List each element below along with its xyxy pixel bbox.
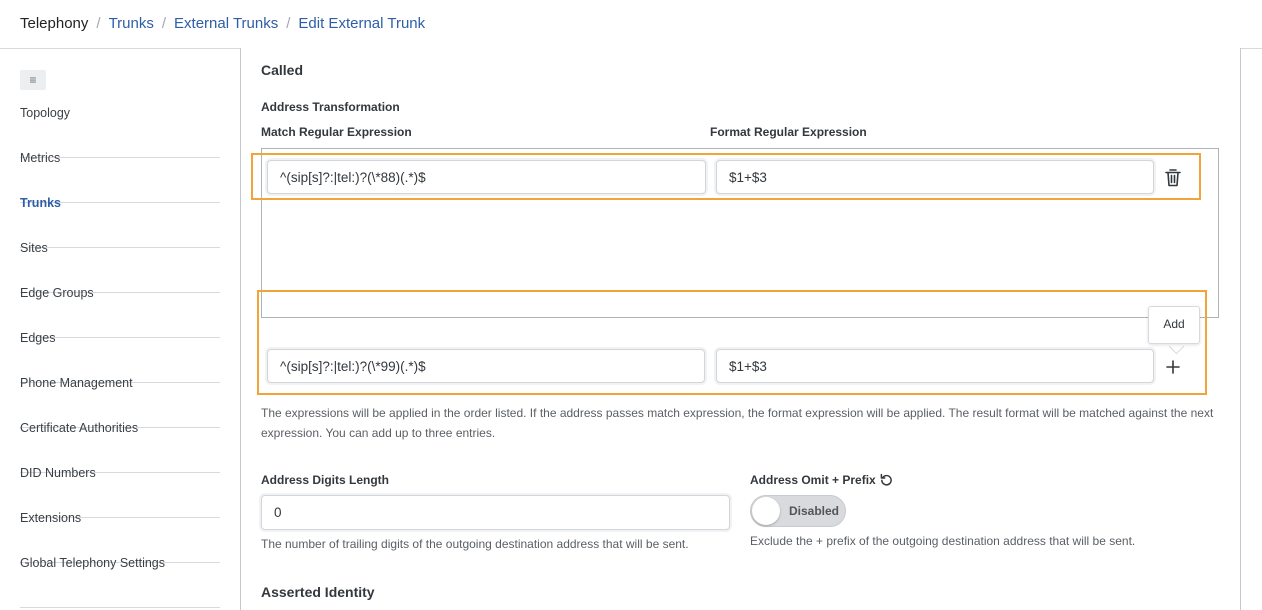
breadcrumb-separator: / (286, 15, 291, 32)
breadcrumb-external-trunks[interactable]: External Trunks (174, 15, 278, 32)
sidebar-item-label: Metrics (20, 151, 61, 165)
sidebar-item-label: Certificate Authorities (20, 421, 139, 435)
asserted-identity-title: Asserted Identity (261, 584, 375, 600)
digits-length-input[interactable]: 0 (261, 495, 730, 530)
sidebar-item-label: DID Numbers (20, 466, 96, 480)
toggle-state-label: Disabled (789, 504, 840, 518)
digits-length-label: Address Digits Length (261, 473, 390, 487)
breadcrumb: Telephony / Trunks / External Trunks / Edit Ex… (20, 15, 425, 33)
reset-icon (880, 473, 892, 486)
breadcrumb-separator: / (161, 15, 167, 32)
format-regex-label: Format Regular Expression (710, 125, 867, 139)
sidebar-item-label: Topology (20, 106, 71, 120)
expressions-help-text: The expressions will be applied in the o… (261, 406, 1214, 440)
highlight-existing-row (251, 153, 1201, 200)
sidebar-item-trunks[interactable]: Trunks (20, 196, 220, 248)
digits-length-help-text: The number of trailing digits of the out… (261, 537, 689, 551)
breadcrumb-trunks[interactable]: Trunks (109, 15, 154, 32)
breadcrumb-bar: Telephony / Trunks / External Trunks / Edit Ex… (0, 0, 1262, 49)
sidebar-menu-button[interactable]: ≡ (20, 70, 46, 90)
sidebar-item-label: Extensions (20, 511, 82, 525)
address-transformation-label: Address Transformation (261, 100, 400, 114)
breadcrumb-edit-external-trunk[interactable]: Edit External Trunk (298, 15, 425, 32)
breadcrumb-root[interactable]: Telephony (20, 15, 88, 32)
highlight-new-row (257, 290, 1207, 395)
omit-prefix-label: Address Omit + Prefix (750, 473, 876, 487)
hamburger-icon: ≡ (29, 73, 37, 87)
omit-prefix-help-text: Exclude the + prefix of the outgoing des… (750, 534, 1136, 548)
sidebar-item-label: Edge Groups (20, 286, 94, 300)
toggle-knob (752, 497, 780, 525)
sidebar-item-global-telephony-settings[interactable]: Global Telephony Settings (20, 556, 220, 608)
reset-omit-prefix-button[interactable] (878, 471, 894, 487)
sidebar-item-label: Sites (20, 241, 48, 255)
omit-prefix-toggle[interactable]: Disabled (750, 495, 846, 527)
called-section-title: Called (261, 62, 304, 78)
sidebar-item-label: Phone Management (20, 376, 133, 390)
match-regex-label: Match Regular Expression (261, 125, 412, 139)
sidebar-item-label: Global Telephony Settings (20, 556, 166, 570)
breadcrumb-separator: / (96, 15, 101, 32)
sidebar-item-label: Edges (20, 331, 56, 345)
sidebar-item-label: Trunks (20, 196, 61, 210)
